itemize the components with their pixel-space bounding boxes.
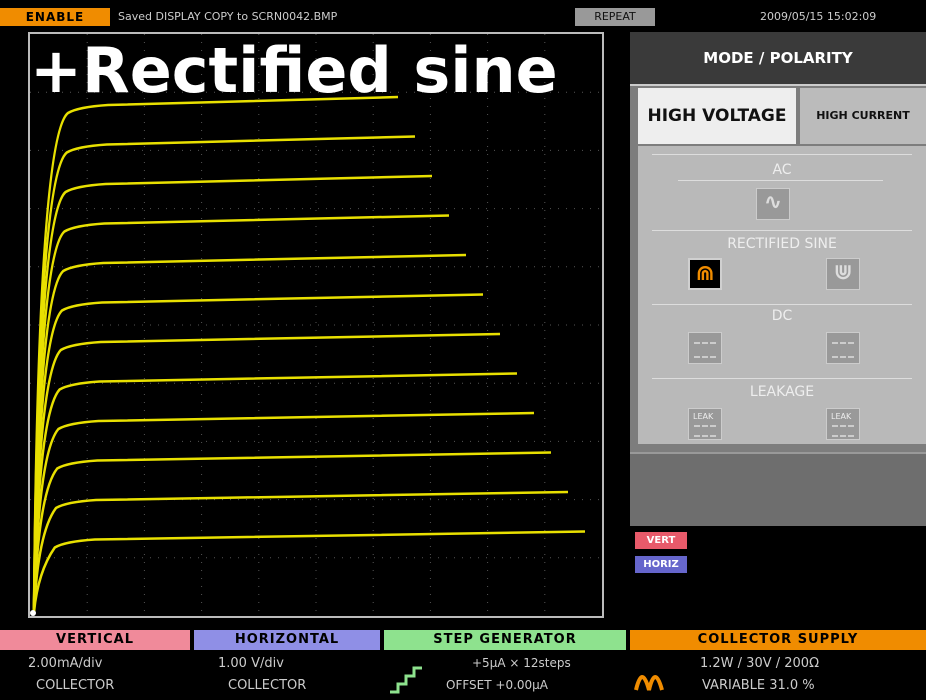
acquisition-mode-badge[interactable]: REPEAT	[575, 8, 655, 26]
divider	[652, 230, 912, 231]
tab-high-current[interactable]: HIGH CURRENT	[800, 88, 926, 144]
vertical-source: COLLECTOR	[36, 678, 115, 693]
rectified-positive-icon[interactable]: ⋒	[688, 258, 722, 290]
section-label-rectified: RECTIFIED SINE	[727, 236, 837, 252]
rectified-negative-icon[interactable]: ⋓	[826, 258, 860, 290]
divider	[678, 180, 883, 181]
horizontal-header: HORIZONTAL	[194, 630, 380, 650]
curve-step-4	[32, 214, 450, 613]
collector-supply-header: COLLECTOR SUPPLY	[630, 630, 926, 650]
step-amount: +5μA × 12steps	[472, 656, 571, 670]
ac-sine-icon[interactable]: ∿	[756, 188, 790, 220]
curve-step-5	[32, 253, 467, 613]
curve-step-3	[32, 174, 433, 613]
tab-high-voltage[interactable]: HIGH VOLTAGE	[638, 88, 796, 144]
horizontal-source: COLLECTOR	[228, 678, 307, 693]
collector-supply-settings[interactable]: COLLECTOR SUPPLY 1.2W / 30V / 200Ω VARIA…	[630, 630, 926, 700]
mode-polarity-panel: MODE / POLARITY HIGH VOLTAGE HIGH CURREN…	[630, 32, 926, 526]
section-label-leakage: LEAKAGE	[749, 384, 815, 400]
status-message: Saved DISPLAY COPY to SCRN0042.BMP	[118, 10, 338, 23]
curve-trace-plot	[30, 34, 602, 616]
vertical-header: VERTICAL	[0, 630, 190, 650]
horizontal-scale: 1.00 V/div	[218, 656, 284, 671]
divider	[652, 304, 912, 305]
step-generator-settings[interactable]: STEP GENERATOR +5μA × 12steps OFFSET +0.…	[384, 630, 626, 700]
datetime: 2009/05/15 15:02:09	[760, 10, 877, 23]
step-generator-icon	[390, 666, 422, 694]
curve-step-9	[32, 411, 535, 613]
panel-footer	[630, 452, 926, 526]
graticule	[28, 32, 604, 618]
divider	[652, 378, 912, 379]
dc-positive-icon[interactable]	[688, 332, 722, 364]
vert-chip[interactable]: VERT	[635, 532, 687, 549]
vertical-scale: 2.00mA/div	[28, 656, 103, 671]
divider	[652, 154, 912, 155]
leak-text: LEAK	[693, 412, 714, 421]
dc-negative-icon[interactable]	[826, 332, 860, 364]
leak-text: LEAK	[831, 412, 852, 421]
collector-rectified-icon	[634, 675, 664, 691]
collector-variable: VARIABLE 31.0 %	[702, 678, 815, 693]
mode-options: AC ∿ RECTIFIED SINE ⋒ ⋓ DC LEAKAGE LEAK …	[638, 146, 926, 444]
horiz-chip[interactable]: HORIZ	[635, 556, 687, 573]
step-offset: OFFSET +0.00μA	[446, 678, 548, 692]
enable-badge[interactable]: ENABLE	[0, 8, 110, 26]
section-label-ac: AC	[772, 162, 792, 178]
leakage-positive-icon[interactable]: LEAK	[688, 408, 722, 440]
panel-header: MODE / POLARITY	[630, 32, 926, 86]
collector-power-voltage-resistance: 1.2W / 30V / 200Ω	[700, 656, 819, 671]
curve-step-12	[32, 530, 586, 613]
leakage-negative-icon[interactable]: LEAK	[826, 408, 860, 440]
overlay-title: +Rectified sine	[30, 34, 558, 107]
section-label-dc: DC	[771, 308, 793, 324]
origin-marker	[30, 610, 36, 616]
curve-step-8	[32, 372, 518, 613]
horizontal-settings[interactable]: HORIZONTAL 1.00 V/div COLLECTOR	[194, 630, 380, 700]
vertical-settings[interactable]: VERTICAL 2.00mA/div COLLECTOR	[0, 630, 190, 700]
step-generator-header: STEP GENERATOR	[384, 630, 626, 650]
status-bar: ENABLE Saved DISPLAY COPY to SCRN0042.BM…	[0, 0, 926, 28]
